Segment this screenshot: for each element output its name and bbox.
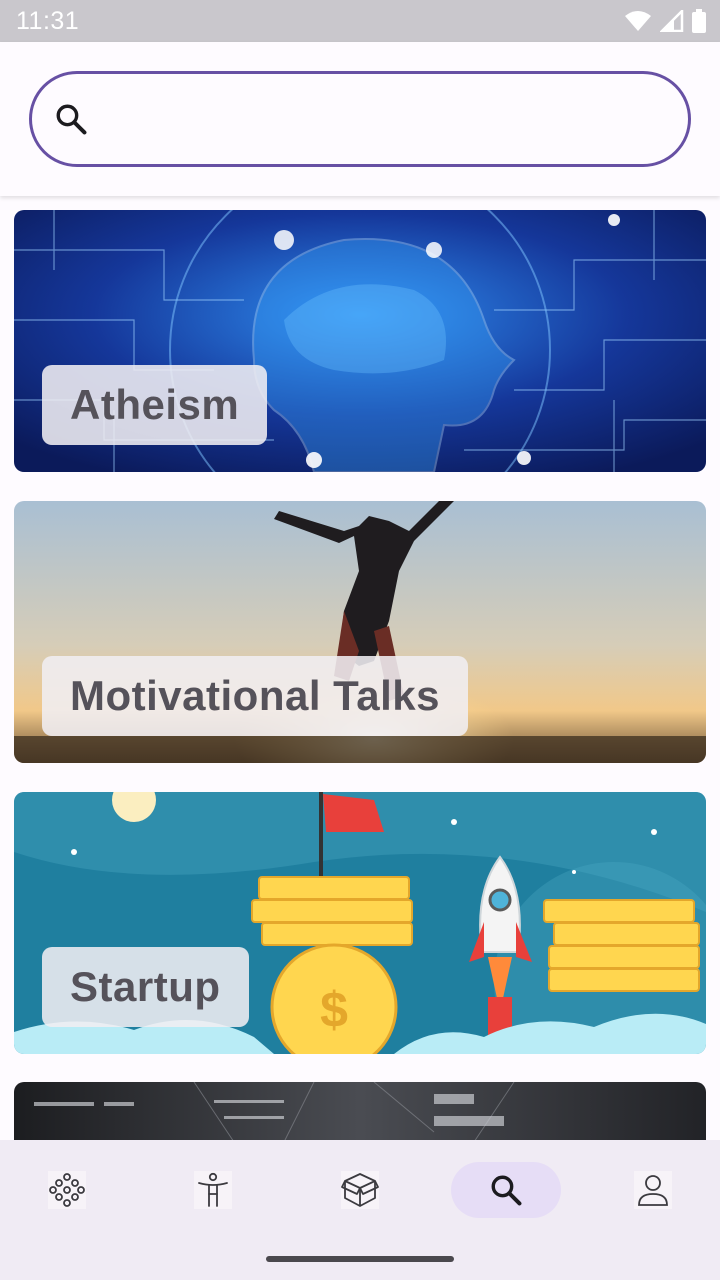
box-icon <box>341 1173 379 1207</box>
search-icon <box>491 1175 522 1206</box>
status-time: 11:31 <box>16 6 80 35</box>
wifi-icon <box>625 11 651 31</box>
topic-card-atheism[interactable]: Atheism <box>14 210 706 472</box>
topic-card-motivational-talks[interactable]: Motivational Talks <box>14 501 706 763</box>
svg-text:$: $ <box>320 982 348 1038</box>
nav-item-search[interactable] <box>451 1162 561 1218</box>
nav-item-library[interactable] <box>305 1162 415 1218</box>
topic-card-label: Atheism <box>42 365 268 445</box>
topic-card-image <box>14 1082 706 1140</box>
search-icon <box>56 104 87 135</box>
nav-item-profile[interactable] <box>598 1162 708 1218</box>
battery-icon <box>692 9 706 33</box>
topic-list[interactable]: Atheism Motivational Talks $ Startup <box>0 196 720 1140</box>
home-indicator[interactable] <box>266 1256 454 1262</box>
account-icon <box>638 1175 668 1206</box>
nav-item-explore[interactable] <box>12 1162 122 1218</box>
nav-item-accessibility[interactable] <box>158 1162 268 1218</box>
search-input[interactable] <box>106 103 666 135</box>
topic-card-label: Motivational Talks <box>42 656 468 736</box>
search-header <box>0 42 720 196</box>
topic-card-label: Startup <box>42 947 249 1027</box>
signal-icon <box>660 10 684 32</box>
bubbles-icon <box>49 1173 85 1207</box>
topic-card-startup[interactable]: $ Startup <box>14 792 706 1054</box>
status-bar: 11:31 <box>0 0 720 42</box>
search-field[interactable] <box>29 71 691 167</box>
status-icons <box>624 9 706 33</box>
topic-card-partial[interactable] <box>14 1082 706 1140</box>
person-icon <box>198 1172 228 1207</box>
